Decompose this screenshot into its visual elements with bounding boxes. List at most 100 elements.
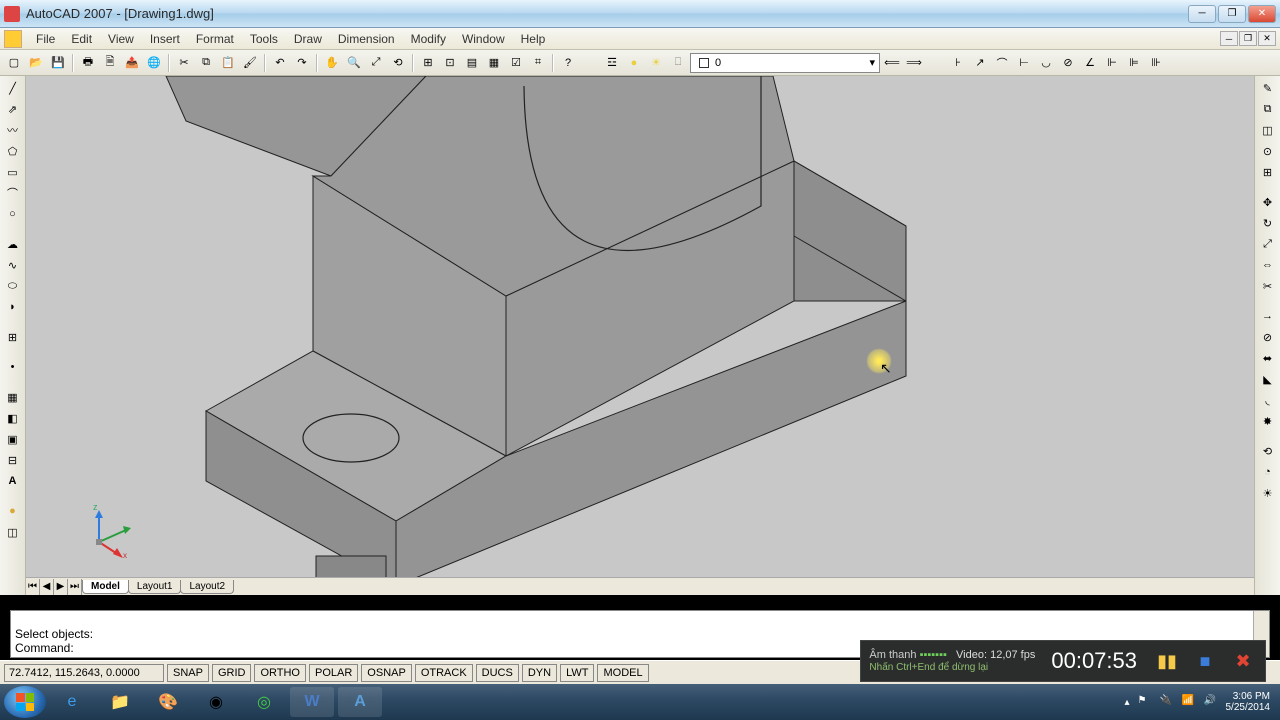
- open-icon[interactable]: 📂: [26, 53, 46, 73]
- print-icon[interactable]: 🖶: [78, 53, 98, 73]
- dim-diameter-icon[interactable]: ⊘: [1058, 53, 1078, 73]
- menu-tools[interactable]: Tools: [242, 30, 286, 48]
- drawing-canvas[interactable]: z x ↖ ⏮ ◀ ▶ ⏭ Model Layout1 Layout2: [26, 76, 1254, 595]
- render-icon[interactable]: ☀: [1258, 483, 1278, 503]
- taskbar-ie-icon[interactable]: e: [50, 687, 94, 717]
- publish-icon[interactable]: 📤: [122, 53, 142, 73]
- surfaces-icon[interactable]: ●: [3, 501, 23, 521]
- explode-icon[interactable]: ✸: [1258, 411, 1278, 431]
- ducs-toggle[interactable]: DUCS: [476, 664, 519, 682]
- tab-next-icon[interactable]: ▶: [54, 579, 68, 595]
- ellipse-arc-icon[interactable]: ◗: [3, 297, 23, 317]
- dim-linear-icon[interactable]: ⊦: [948, 53, 968, 73]
- taskbar-paint-icon[interactable]: 🎨: [146, 687, 190, 717]
- arc-icon[interactable]: ⌒: [3, 183, 23, 203]
- circle-icon[interactable]: ○: [3, 204, 23, 224]
- menu-insert[interactable]: Insert: [142, 30, 188, 48]
- move-icon[interactable]: ✥: [1258, 192, 1278, 212]
- properties-icon[interactable]: ⊞: [418, 53, 438, 73]
- dim-angular-icon[interactable]: ∠: [1080, 53, 1100, 73]
- scale-icon[interactable]: ⤢: [1258, 234, 1278, 254]
- zoom-previous-icon[interactable]: ⟲: [388, 53, 408, 73]
- join-icon[interactable]: ⬌: [1258, 348, 1278, 368]
- taskbar-autocad-icon[interactable]: A: [338, 687, 382, 717]
- menu-file[interactable]: File: [28, 30, 63, 48]
- rotate-icon[interactable]: ↻: [1258, 213, 1278, 233]
- match-properties-icon[interactable]: 🖌: [240, 53, 260, 73]
- dim-arc-icon[interactable]: ⌒: [992, 53, 1012, 73]
- fillet-icon[interactable]: ◟: [1258, 390, 1278, 410]
- mdi-restore-button[interactable]: ❐: [1239, 31, 1257, 46]
- otrack-toggle[interactable]: OTRACK: [415, 664, 473, 682]
- hatch-icon[interactable]: ▦: [3, 387, 23, 407]
- layer-on-icon[interactable]: ●: [624, 53, 644, 73]
- text-icon[interactable]: A: [3, 471, 23, 491]
- menu-dimension[interactable]: Dimension: [330, 30, 403, 48]
- polyline-icon[interactable]: 〰: [3, 120, 23, 140]
- layer-lock-icon[interactable]: ⎕: [668, 53, 688, 73]
- menu-window[interactable]: Window: [454, 30, 513, 48]
- table-icon[interactable]: ⊟: [3, 450, 23, 470]
- menu-edit[interactable]: Edit: [63, 30, 100, 48]
- recorder-pause-button[interactable]: ▮▮: [1153, 647, 1181, 675]
- minimize-button[interactable]: ─: [1188, 5, 1216, 23]
- 3dprint-icon[interactable]: 🌐: [144, 53, 164, 73]
- break-icon[interactable]: ⊘: [1258, 327, 1278, 347]
- dim-radius-icon[interactable]: ◡: [1036, 53, 1056, 73]
- offset-icon[interactable]: ⊙: [1258, 141, 1278, 161]
- erase-icon[interactable]: ✎: [1258, 78, 1278, 98]
- region-icon[interactable]: ▣: [3, 429, 23, 449]
- tab-first-icon[interactable]: ⏮: [26, 579, 40, 595]
- osnap-toggle[interactable]: OSNAP: [361, 664, 412, 682]
- grid-toggle[interactable]: GRID: [212, 664, 252, 682]
- quickcalc-icon[interactable]: ⌗: [528, 53, 548, 73]
- sheet-set-icon[interactable]: ▦: [484, 53, 504, 73]
- layer-manager-icon[interactable]: ☲: [602, 53, 622, 73]
- rectangle-icon[interactable]: ▭: [3, 162, 23, 182]
- 3d-orbit-icon[interactable]: ⟲: [1258, 441, 1278, 461]
- dim-ordinate-icon[interactable]: ⊢: [1014, 53, 1034, 73]
- copy-icon[interactable]: ⧉: [196, 53, 216, 73]
- menu-format[interactable]: Format: [188, 30, 242, 48]
- trim-icon[interactable]: ✂: [1258, 276, 1278, 296]
- extend-icon[interactable]: →: [1258, 306, 1278, 326]
- menu-help[interactable]: Help: [513, 30, 554, 48]
- revision-cloud-icon[interactable]: ☁: [3, 234, 23, 254]
- new-icon[interactable]: ▢: [4, 53, 24, 73]
- recorder-close-button[interactable]: ✖: [1229, 647, 1257, 675]
- mdi-close-button[interactable]: ✕: [1258, 31, 1276, 46]
- line-icon[interactable]: ╱: [3, 78, 23, 98]
- menu-draw[interactable]: Draw: [286, 30, 330, 48]
- dim-continue-icon[interactable]: ⊪: [1146, 53, 1166, 73]
- zoom-window-icon[interactable]: ⤢: [366, 53, 386, 73]
- visual-styles-icon[interactable]: ◔: [1258, 462, 1278, 482]
- tab-layout2[interactable]: Layout2: [180, 580, 234, 594]
- tray-network-icon[interactable]: 📶: [1182, 695, 1196, 709]
- mirror-icon[interactable]: ◫: [1258, 120, 1278, 140]
- dim-baseline-icon[interactable]: ⊫: [1124, 53, 1144, 73]
- taskbar-explorer-icon[interactable]: 📁: [98, 687, 142, 717]
- array-icon[interactable]: ⊞: [1258, 162, 1278, 182]
- dim-quick-icon[interactable]: ⊩: [1102, 53, 1122, 73]
- recorder-stop-button[interactable]: ■: [1191, 647, 1219, 675]
- polygon-icon[interactable]: ⬠: [3, 141, 23, 161]
- layer-dropdown[interactable]: 0 ▾: [690, 53, 880, 73]
- ortho-toggle[interactable]: ORTHO: [254, 664, 306, 682]
- tab-model[interactable]: Model: [82, 580, 129, 594]
- markup-icon[interactable]: ☑: [506, 53, 526, 73]
- taskbar-word-icon[interactable]: W: [290, 687, 334, 717]
- stretch-icon[interactable]: ⇔: [1258, 255, 1278, 275]
- polar-toggle[interactable]: POLAR: [309, 664, 358, 682]
- spline-icon[interactable]: ∿: [3, 255, 23, 275]
- snap-toggle[interactable]: SNAP: [167, 664, 209, 682]
- copy-object-icon[interactable]: ⧉: [1258, 99, 1278, 119]
- maximize-button[interactable]: ❐: [1218, 5, 1246, 23]
- tray-show-hidden-icon[interactable]: ▴: [1124, 697, 1129, 708]
- plot-preview-icon[interactable]: 🗎: [100, 53, 120, 73]
- paste-icon[interactable]: 📋: [218, 53, 238, 73]
- cut-icon[interactable]: ✂: [174, 53, 194, 73]
- dyn-toggle[interactable]: DYN: [522, 664, 557, 682]
- layer-previous-icon[interactable]: ⟸: [882, 53, 902, 73]
- ellipse-icon[interactable]: ⬭: [3, 276, 23, 296]
- construction-line-icon[interactable]: ⇗: [3, 99, 23, 119]
